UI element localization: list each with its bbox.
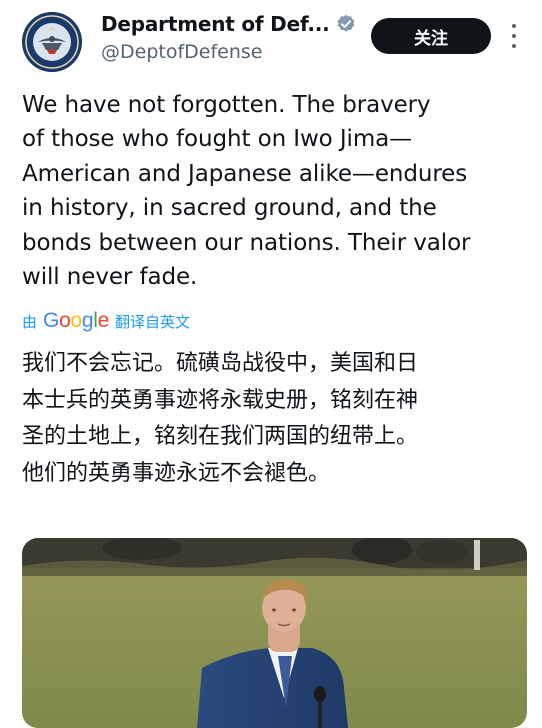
tweet-line: in history, in sacred ground, and the bbox=[22, 195, 437, 222]
tweet-line: of those who fought on Iwo Jima— bbox=[22, 126, 413, 153]
follow-button[interactable]: 关注 bbox=[371, 18, 491, 54]
translation-line: 本士兵的英勇事迹将永载史册，铭刻在神 bbox=[22, 387, 419, 413]
media-photo bbox=[22, 538, 527, 728]
dod-seal-icon bbox=[22, 12, 82, 72]
display-name[interactable]: Department of Def... bbox=[101, 12, 330, 36]
verified-badge-icon bbox=[336, 14, 356, 34]
translation-prefix: 由 bbox=[22, 312, 38, 331]
name-row: Department of Def... bbox=[101, 12, 356, 36]
tweet-line: will never fade. bbox=[22, 264, 198, 291]
tweet-line: bonds between our nations. Their valor bbox=[22, 229, 471, 256]
tweet-line: We have not forgotten. The bravery bbox=[22, 92, 431, 118]
account-handle[interactable]: @DeptofDefense bbox=[101, 41, 262, 63]
more-vertical-icon[interactable] bbox=[505, 24, 523, 48]
tweet-header: Department of Def... @DeptofDefense 关注 bbox=[0, 0, 542, 80]
tweet-text: We have not forgotten. The bravery of th… bbox=[22, 88, 522, 294]
avatar[interactable] bbox=[22, 12, 82, 72]
translation-action[interactable]: 翻译自英文 bbox=[115, 311, 190, 332]
google-logo: Google bbox=[43, 309, 109, 332]
translation-line: 圣的土地上，铭刻在我们两国的纽带上。 bbox=[22, 424, 419, 450]
tweet-media-image[interactable] bbox=[22, 538, 527, 728]
translation-bar[interactable]: 由 Google 翻译自英文 bbox=[22, 307, 190, 335]
translated-text: 我们不会忘记。硫磺岛战役中，美国和日 本士兵的英勇事迹将永载史册，铭刻在神 圣的… bbox=[22, 346, 527, 492]
tweet-line: American and Japanese alike—endures bbox=[22, 160, 468, 187]
translation-line: 我们不会忘记。硫磺岛战役中，美国和日 bbox=[22, 351, 419, 376]
translation-line: 他们的英勇事迹永远不会褪色。 bbox=[22, 460, 331, 486]
